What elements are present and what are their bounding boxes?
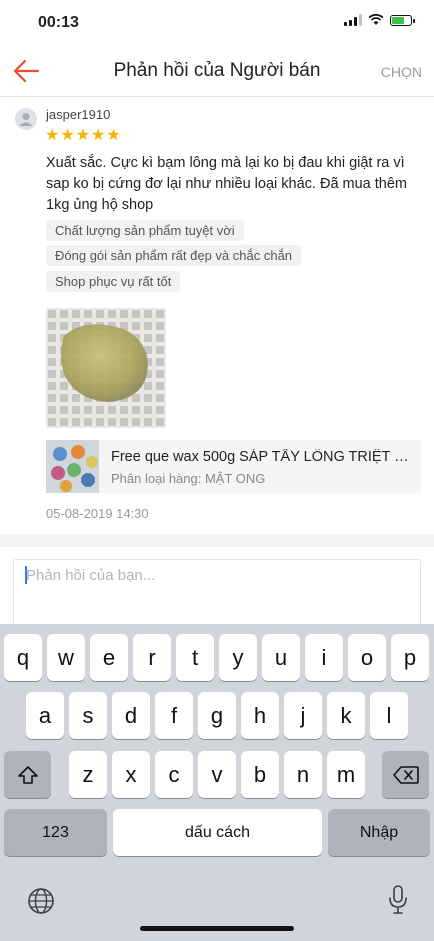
header-bar: Phản hồi của Người bán CHỌN	[0, 46, 434, 97]
key-i[interactable]: i	[305, 634, 343, 681]
review-text: Xuất sắc. Cực kì bạm lông mà lại ko bị đ…	[46, 155, 408, 213]
shift-key[interactable]	[4, 751, 51, 798]
numbers-key[interactable]: 123	[4, 809, 107, 856]
key-r[interactable]: r	[133, 634, 171, 681]
key-d[interactable]: d	[112, 692, 150, 739]
page-title: Phản hồi của Người bán	[113, 60, 321, 81]
reviewer-username: jasper1910	[46, 107, 111, 122]
key-b[interactable]: b	[241, 751, 279, 798]
review-tag: Chất lượng sản phẩm tuyệt vời	[46, 220, 244, 241]
review-date: 05-08-2019 14:30	[46, 506, 149, 521]
key-o[interactable]: o	[348, 634, 386, 681]
signal-icon	[344, 14, 362, 26]
avatar	[15, 108, 37, 130]
status-time: 00:13	[38, 14, 79, 31]
product-thumbnail	[46, 440, 99, 493]
star-icon: ★	[91, 127, 106, 144]
key-k[interactable]: k	[327, 692, 365, 739]
key-t[interactable]: t	[176, 634, 214, 681]
battery-icon	[390, 14, 415, 26]
key-c[interactable]: c	[155, 751, 193, 798]
star-icon: ★	[60, 127, 75, 144]
review-tag: Đóng gói sản phẩm rất đẹp và chắc chắn	[46, 245, 302, 266]
wifi-icon	[368, 14, 384, 25]
review-tag: Shop phục vụ rất tốt	[46, 271, 181, 292]
product-variant: Phân loại hàng: MẬT ONG	[111, 471, 266, 486]
key-l[interactable]: l	[370, 692, 408, 739]
key-x[interactable]: x	[112, 751, 150, 798]
key-j[interactable]: j	[284, 692, 322, 739]
key-z[interactable]: z	[69, 751, 107, 798]
star-icon: ★	[45, 127, 60, 144]
status-icons	[344, 14, 415, 26]
key-s[interactable]: s	[69, 692, 107, 739]
key-w[interactable]: w	[47, 634, 85, 681]
key-y[interactable]: y	[219, 634, 257, 681]
shift-icon	[17, 765, 38, 784]
key-g[interactable]: g	[198, 692, 236, 739]
key-e[interactable]: e	[90, 634, 128, 681]
space-key[interactable]: dấu cách	[113, 809, 322, 856]
key-m[interactable]: m	[327, 751, 365, 798]
backspace-icon	[392, 765, 419, 784]
key-h[interactable]: h	[241, 692, 279, 739]
key-v[interactable]: v	[198, 751, 236, 798]
rating-stars: ★ ★ ★ ★ ★	[45, 127, 121, 144]
text-cursor	[25, 566, 27, 584]
star-icon: ★	[75, 127, 91, 144]
globe-icon[interactable]	[26, 886, 56, 916]
key-p[interactable]: p	[391, 634, 429, 681]
battery-level	[392, 16, 404, 24]
user-icon	[19, 112, 33, 126]
backspace-key[interactable]	[382, 751, 429, 798]
section-divider	[0, 534, 434, 547]
microphone-icon[interactable]	[386, 884, 410, 916]
return-key[interactable]: Nhập	[328, 809, 430, 856]
star-icon: ★	[106, 127, 121, 144]
product-card[interactable]: Free que wax 500g SÁP TẨY LÔNG TRIỆT LÔN…	[46, 440, 421, 493]
key-a[interactable]: a	[26, 692, 64, 739]
review-photo[interactable]	[46, 308, 166, 428]
key-u[interactable]: u	[262, 634, 300, 681]
keyboard: q w e r t y u i o p a s d f g h j k l z …	[0, 624, 434, 941]
product-name: Free que wax 500g SÁP TẨY LÔNG TRIỆT LÔN…	[111, 449, 411, 465]
choose-button[interactable]: CHỌN	[381, 64, 422, 80]
home-indicator	[140, 926, 294, 931]
key-n[interactable]: n	[284, 751, 322, 798]
key-f[interactable]: f	[155, 692, 193, 739]
key-q[interactable]: q	[4, 634, 42, 681]
